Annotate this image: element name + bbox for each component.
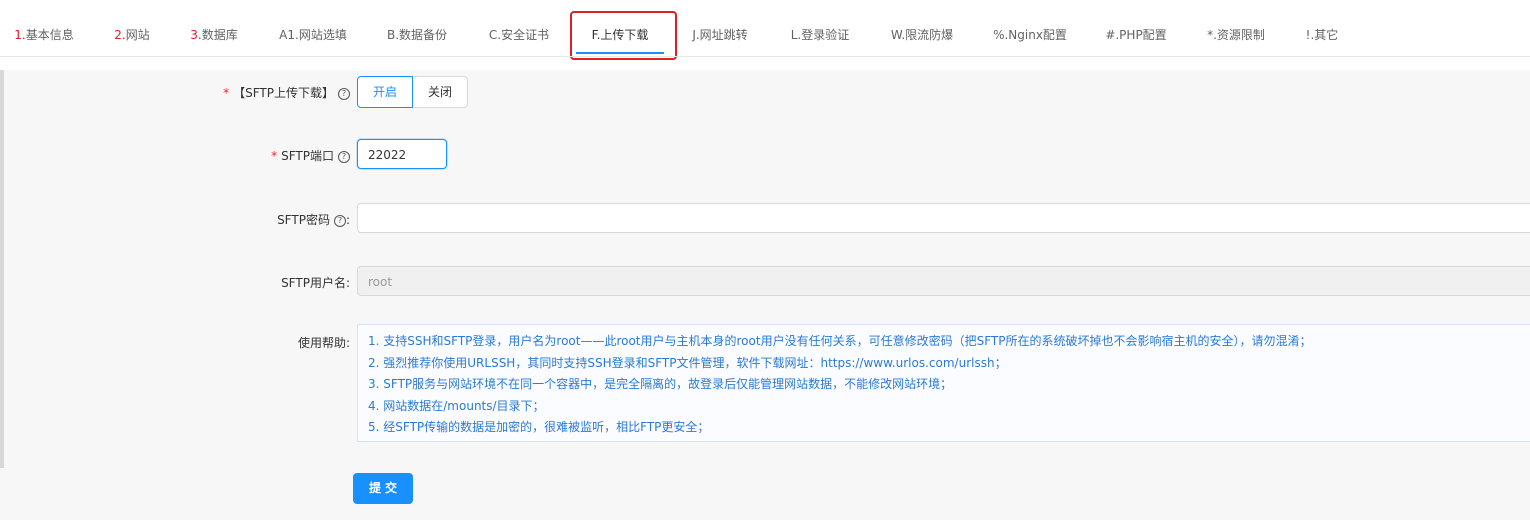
tab-label: 基本信息 [25, 28, 74, 42]
label-colon: : [345, 276, 350, 290]
tab-label: B.数据备份 [386, 28, 448, 42]
help-line: 5. 经SFTP传输的数据是加密的，很难被监听，相比FTP更安全； [368, 420, 710, 434]
tab-8[interactable]: J.网址跳转 [692, 0, 747, 70]
tab-number: 1. [14, 28, 26, 42]
tab-label: #.PHP配置 [1105, 28, 1167, 42]
question-circle-icon[interactable]: ? [338, 150, 350, 163]
tab-9[interactable]: L.登录验证 [791, 0, 850, 70]
sftp-port-label-row: * SFTP端口? [271, 147, 350, 164]
tab-5[interactable]: B.数据备份 [387, 0, 447, 70]
usage-help-label-row: 使用帮助: [298, 334, 350, 351]
help-line: 2. 强烈推荐你使用URLSSH，其同时支持SSH登录和SFTP文件管理，软件下… [368, 355, 1007, 370]
label-colon: : [345, 336, 350, 350]
tab-10[interactable]: W.限流防爆 [891, 0, 953, 70]
tab-label: J.网址跳转 [692, 28, 748, 42]
sftp-password-label: SFTP密码 [277, 213, 330, 227]
question-circle-icon[interactable]: ? [338, 87, 350, 100]
sftp-toggle-label-row: * 【SFTP上传下载】? [223, 84, 350, 101]
tab-label: A1.网站选填 [279, 28, 347, 42]
sftp-user-label-row: SFTP用户名: [281, 274, 350, 291]
tab-14[interactable]: !.其它 [1306, 0, 1339, 70]
sftp-user-label: SFTP用户名 [281, 276, 346, 290]
tab-label: 网站 [125, 28, 150, 42]
tab-label: !.其它 [1305, 28, 1339, 42]
help-line: 4. 网站数据在/mounts/目录下； [368, 398, 545, 413]
tab-4[interactable]: A1.网站选填 [279, 0, 347, 70]
form-panel: * 【SFTP上传下载】? 开启 关闭 * SFTP端口? 22022 SFTP密码… [0, 70, 1530, 520]
sftp-off-button[interactable]: 关闭 [413, 76, 469, 108]
tab-11[interactable]: %.Nginx配置 [993, 0, 1067, 70]
sftp-toggle-label: 【SFTP上传下载】 [233, 86, 334, 100]
tab-2[interactable]: 2.网站 [114, 0, 149, 70]
required-mark: * [271, 149, 278, 163]
sftp-password-label-row: SFTP密码?: [277, 211, 350, 228]
sftp-toggle-group: 开启 关闭 [357, 76, 469, 108]
annotation-highlight-box [570, 11, 677, 60]
tab-6[interactable]: C.安全证书 [489, 0, 549, 70]
tab-number: 2. [114, 28, 126, 42]
tab-label: L.登录验证 [790, 28, 850, 42]
tab-bar: 1.基本信息 2.网站 3.数据库 A1.网站选填 B.数据备份 C.安全证书 F.上传下载… [0, 0, 1530, 70]
tab-label: W.限流防爆 [890, 28, 954, 42]
sftp-user-input: root [357, 266, 1530, 296]
help-line: 1. 支持SSH和SFTP登录，用户名为root——此root用户与主机本身的r… [368, 334, 1312, 348]
tab-1[interactable]: 1.基本信息 [14, 0, 73, 70]
label-colon: : [345, 213, 350, 227]
question-circle-icon[interactable]: ? [333, 214, 346, 227]
sftp-password-input[interactable] [357, 203, 1530, 233]
help-line: 3. SFTP服务与网站环境不在同一个容器中，是完全隔离的，故登录后仅能管理网站… [368, 377, 953, 391]
usage-help-label: 使用帮助 [297, 336, 346, 350]
tab-12[interactable]: #.PHP配置 [1105, 0, 1166, 70]
submit-button[interactable]: 提交 [353, 473, 413, 504]
usage-help-box: 1. 支持SSH和SFTP登录，用户名为root——此root用户与主机本身的r… [357, 324, 1530, 442]
tab-label: 数据库 [201, 28, 238, 42]
tab-number: 3. [190, 28, 202, 42]
required-mark: * [223, 86, 230, 100]
sftp-on-button[interactable]: 开启 [357, 76, 414, 108]
tab-label: C.安全证书 [488, 28, 550, 42]
tab-3[interactable]: 3.数据库 [190, 0, 237, 70]
tab-label: *.资源限制 [1207, 28, 1265, 42]
tab-label: %.Nginx配置 [993, 28, 1067, 42]
sftp-port-label: SFTP端口 [281, 149, 334, 163]
sftp-port-input[interactable]: 22022 [357, 139, 447, 169]
tab-13[interactable]: *.资源限制 [1207, 0, 1265, 70]
